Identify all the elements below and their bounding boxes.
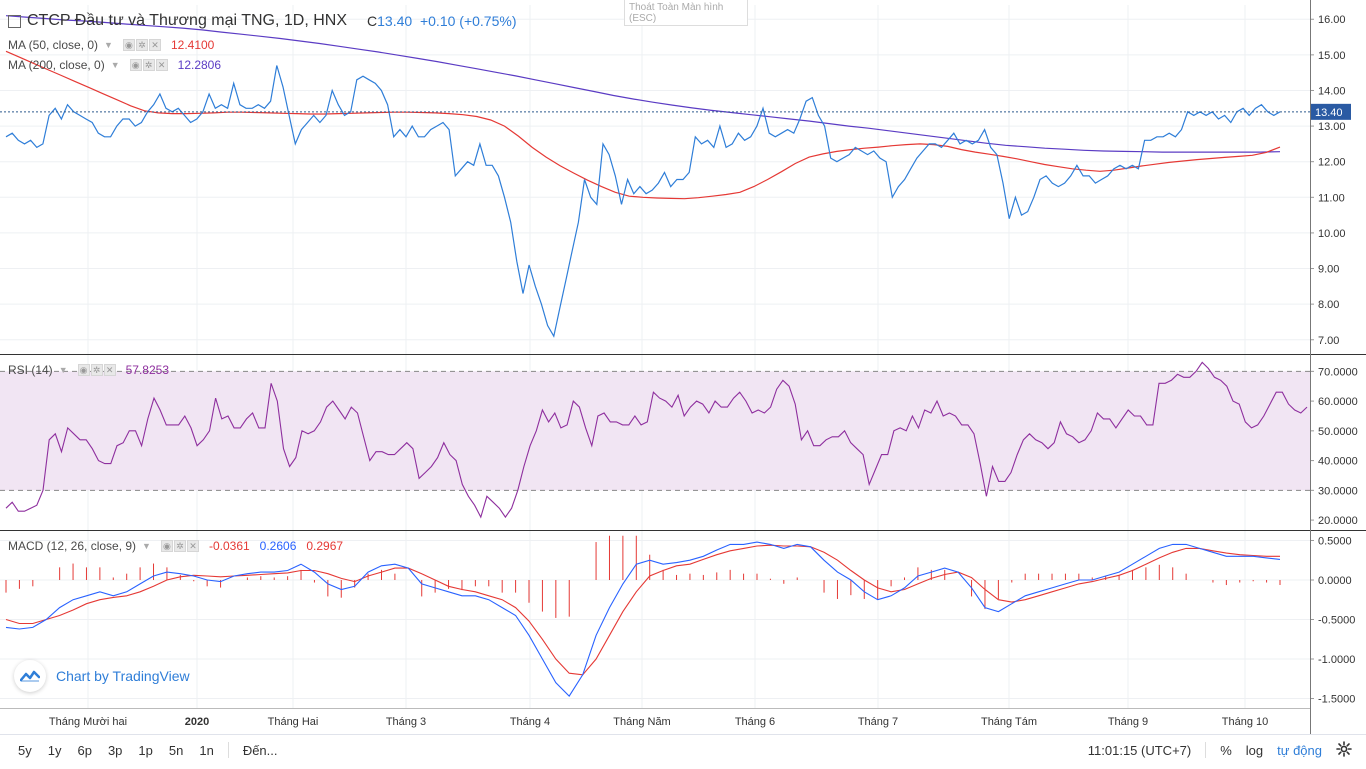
y-tick-label: 13.00 — [1318, 121, 1346, 133]
close-icon[interactable]: ✕ — [148, 39, 161, 51]
log-scale-toggle[interactable]: log — [1246, 743, 1263, 758]
gear-icon[interactable]: ✲ — [90, 364, 103, 376]
y-tick-label: 15.00 — [1318, 50, 1346, 62]
x-tick-label: Tháng Năm — [613, 716, 670, 728]
gear-icon[interactable]: ✲ — [135, 39, 148, 51]
goto-date-button[interactable]: Đến... — [235, 743, 286, 758]
x-tick-label: Tháng Mười hai — [49, 716, 127, 728]
x-tick-label: Tháng 10 — [1222, 716, 1268, 728]
y-tick-label: 7.00 — [1318, 335, 1339, 347]
legend-ma50[interactable]: MA (50, close, 0) ▼ ◉ ✲ ✕ 12.4100 — [8, 38, 214, 52]
percent-scale-toggle[interactable]: % — [1220, 743, 1232, 758]
y-tick-label: -1.5000 — [1318, 694, 1355, 706]
legend-macd-value: 0.2606 — [259, 539, 297, 553]
y-tick-label: -1.0000 — [1318, 654, 1355, 666]
y-tick-label: 60.0000 — [1318, 396, 1358, 408]
chevron-down-icon[interactable]: ▼ — [111, 60, 120, 70]
close-icon[interactable]: ✕ — [186, 540, 199, 552]
exit-fullscreen-hint[interactable]: Thoát Toàn Màn hình (ESC) — [624, 0, 748, 26]
y-tick-label: 8.00 — [1318, 299, 1339, 311]
range-5y[interactable]: 5y — [10, 743, 40, 758]
chart-canvas: Tháng Mười hai 2020 Tháng Hai Tháng 3 Tháng … — [0, 0, 1366, 734]
y-tick-label: 16.00 — [1318, 14, 1346, 26]
legend-signal-value: 0.2967 — [306, 539, 344, 553]
y-tick-label: 20.0000 — [1318, 515, 1358, 527]
close-icon[interactable]: ✕ — [155, 59, 168, 71]
chevron-down-icon[interactable]: ▼ — [59, 365, 68, 375]
y-tick-label: 0.0000 — [1318, 575, 1352, 587]
legend-ma50-value: 12.4100 — [170, 38, 215, 52]
legend-ma50-label: MA (50, close, 0) — [8, 38, 99, 52]
range-1d[interactable]: 1n — [191, 743, 221, 758]
symbol-header: CTCP Đầu tư và Thương mại TNG, 1D, HNX C… — [8, 12, 516, 30]
y-tick-label: 0.5000 — [1318, 535, 1352, 547]
x-tick-label: Tháng 3 — [386, 716, 426, 728]
legend-rsi-value: 57.8253 — [125, 363, 169, 377]
legend-macd-label: MACD (12, 26, close, 9) — [8, 539, 137, 553]
quote-prefix: C — [367, 13, 378, 29]
x-tick-label: Tháng 4 — [510, 716, 550, 728]
symbol-title: CTCP Đầu tư và Thương mại TNG, 1D, HNX — [27, 12, 348, 29]
range-5d[interactable]: 5n — [161, 743, 191, 758]
quote-price: 13.40 — [377, 13, 413, 29]
range-1y[interactable]: 1y — [40, 743, 70, 758]
chevron-down-icon[interactable]: ▼ — [104, 40, 113, 50]
toolbar-divider — [227, 742, 229, 758]
close-icon[interactable]: ✕ — [103, 364, 116, 376]
legend-ma200-value: 12.2806 — [177, 58, 222, 72]
range-3m[interactable]: 3p — [100, 743, 130, 758]
legend-rsi[interactable]: RSI (14) ▼ ◉ ✲ ✕ 57.8253 — [8, 363, 169, 377]
x-tick-label: Tháng 6 — [735, 716, 775, 728]
y-tick-label: 10.00 — [1318, 228, 1346, 240]
eye-icon[interactable]: ◉ — [129, 59, 142, 71]
tradingview-logo-icon — [14, 660, 46, 692]
last-price-label: 13.40 — [1315, 107, 1343, 119]
x-tick-label: Tháng Tám — [981, 716, 1037, 728]
legend-rsi-label: RSI (14) — [8, 363, 53, 377]
quote-readout: C13.40 +0.10 (+0.75%) — [367, 13, 516, 29]
settings-gear-icon[interactable] — [1336, 740, 1352, 760]
range-selector: 5y 1y 6p 3p 1p 5n 1n Đến... — [10, 735, 286, 765]
y-tick-label: 40.0000 — [1318, 456, 1358, 468]
x-tick-label: Tháng 7 — [858, 716, 898, 728]
gridlines — [0, 5, 1310, 708]
y-tick-label: 70.0000 — [1318, 366, 1358, 378]
chevron-down-icon[interactable]: ▼ — [142, 541, 151, 551]
y-tick-label: 50.0000 — [1318, 426, 1358, 438]
gear-icon[interactable]: ✲ — [142, 59, 155, 71]
eye-icon[interactable]: ◉ — [77, 364, 90, 376]
pane-backgrounds — [0, 371, 1310, 491]
y-tick-label: 9.00 — [1318, 264, 1339, 276]
x-tick-label: Tháng 9 — [1108, 716, 1148, 728]
tradingview-brand[interactable]: Chart by TradingView — [14, 658, 190, 694]
y-tick-label: 11.00 — [1318, 192, 1345, 204]
eye-icon[interactable]: ◉ — [160, 540, 173, 552]
eye-icon[interactable]: ◉ — [122, 39, 135, 51]
bottom-toolbar: 5y 1y 6p 3p 1p 5n 1n Đến... 11:01:15 (UT… — [0, 734, 1366, 769]
toolbar-right: 11:01:15 (UTC+7) % log tự động — [1088, 735, 1352, 765]
y-tick-label: -0.5000 — [1318, 615, 1355, 627]
rsi-band — [0, 371, 1310, 491]
legend-ma200[interactable]: MA (200, close, 0) ▼ ◉ ✲ ✕ 12.2806 — [8, 58, 221, 72]
collapse-icon[interactable] — [8, 14, 21, 28]
legend-ma200-label: MA (200, close, 0) — [8, 58, 105, 72]
range-1m[interactable]: 1p — [130, 743, 160, 758]
y-tick-label: 12.00 — [1318, 157, 1346, 169]
gear-icon[interactable]: ✲ — [173, 540, 186, 552]
axes: Tháng Mười hai 2020 Tháng Hai Tháng 3 Tháng … — [0, 0, 1366, 734]
y-tick-label: 30.0000 — [1318, 485, 1358, 497]
x-tick-label: 2020 — [185, 716, 209, 728]
legend-macd[interactable]: MACD (12, 26, close, 9) ▼ ◉ ✲ ✕ -0.0361 0.2… — [8, 539, 343, 553]
auto-scale-toggle[interactable]: tự động — [1277, 743, 1322, 758]
brand-text: Chart by TradingView — [56, 668, 190, 684]
y-tick-label: 14.00 — [1318, 85, 1346, 97]
legend-macd-hist: -0.0361 — [208, 539, 250, 553]
range-6m[interactable]: 6p — [69, 743, 99, 758]
clock-readout[interactable]: 11:01:15 (UTC+7) — [1088, 743, 1191, 758]
x-tick-label: Tháng Hai — [268, 716, 319, 728]
quote-change: +0.10 (+0.75%) — [419, 13, 517, 29]
toolbar-divider — [1205, 742, 1207, 758]
